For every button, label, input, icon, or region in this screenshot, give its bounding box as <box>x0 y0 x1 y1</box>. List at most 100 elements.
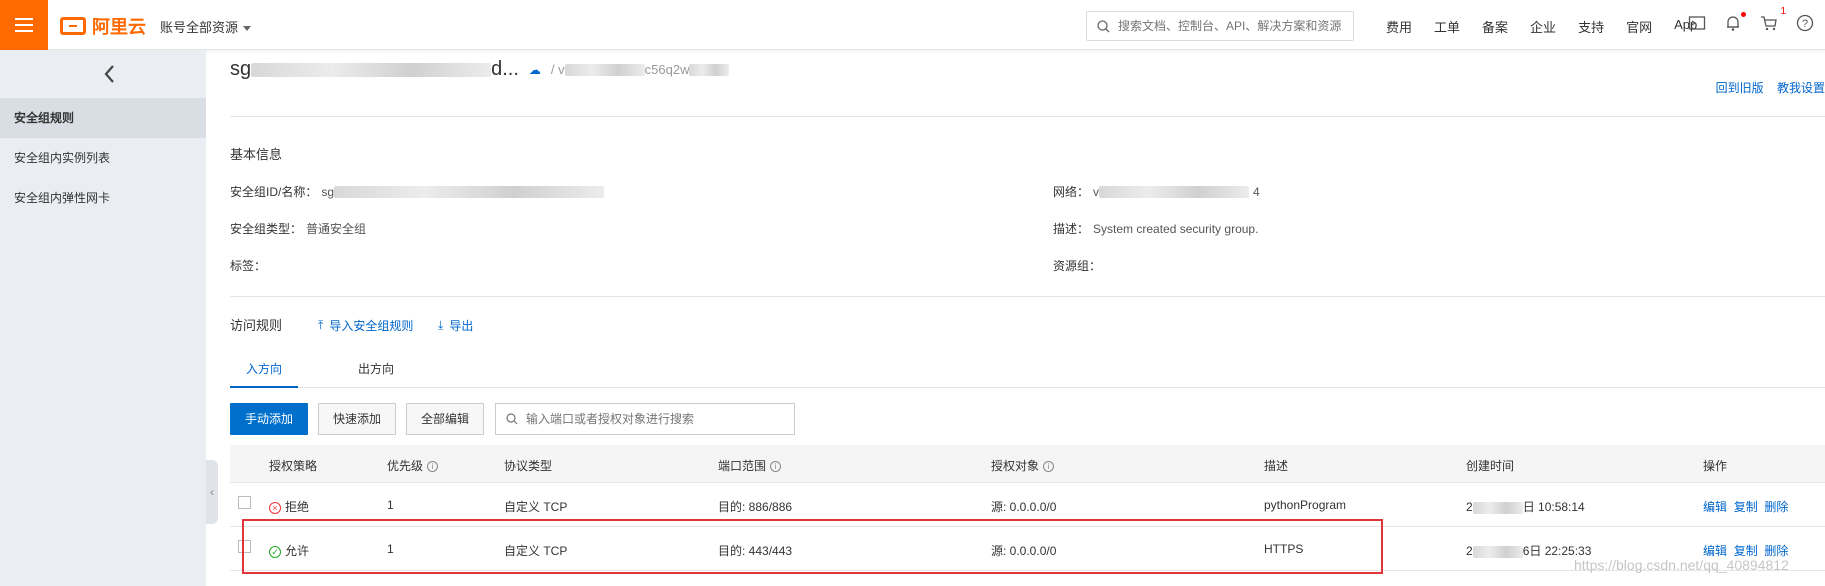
actions-cell: 编辑 复制 删除 <box>1703 498 1788 515</box>
top-link-support[interactable]: 支持 <box>1578 17 1604 36</box>
protocol-cell: 自定义 TCP <box>504 544 568 558</box>
port-cell: 目的: 886/886 <box>718 500 793 514</box>
watermark: https://blog.csdn.net/qq_40894812 <box>1574 557 1789 573</box>
info-icon[interactable]: i <box>770 461 782 473</box>
svg-text:?: ? <box>1802 18 1808 30</box>
info-label: 标签： <box>230 259 267 273</box>
info-icon[interactable]: i <box>427 461 439 473</box>
redacted-block <box>334 185 605 198</box>
direction-tabs: 入方向 出方向 <box>230 352 1825 388</box>
global-search[interactable] <box>1086 11 1354 41</box>
redacted-block <box>1099 185 1250 198</box>
copy-link[interactable]: 复制 <box>1734 544 1758 558</box>
created-cell: 2 日 10:58:14 <box>1466 498 1585 515</box>
sidebar-collapse-handle[interactable]: ‹ <box>206 460 218 524</box>
tab-outbound[interactable]: 出方向 <box>342 352 410 388</box>
rules-title: 访问规则 <box>230 318 283 333</box>
port-cell: 目的: 443/443 <box>718 544 793 558</box>
help-icon[interactable]: ? <box>1796 14 1816 34</box>
policy-text: 允许 <box>285 544 310 558</box>
info-description: 描述： System created security group. <box>1053 220 1258 237</box>
info-label: 网络： <box>1053 185 1090 199</box>
priority-cell: 1 <box>387 498 394 512</box>
cart-count-badge: 1 <box>1780 6 1786 17</box>
created-start: 2 <box>1466 500 1473 514</box>
tab-inbound[interactable]: 入方向 <box>230 352 299 388</box>
cart-icon[interactable]: 1 <box>1760 6 1786 34</box>
sidebar-item-label: 安全组规则 <box>14 111 75 125</box>
col-port-range: 端口范围 i <box>718 457 782 474</box>
sidebar-item-enis[interactable]: 安全组内弹性网卡 <box>0 178 206 218</box>
divider <box>230 296 1825 297</box>
export-link[interactable]: ⤓ 导出 <box>438 317 473 334</box>
col-priority-label: 优先级 <box>387 459 424 473</box>
allow-check-icon: ✓ <box>269 545 281 558</box>
info-type: 安全组类型： 普通安全组 <box>230 220 366 237</box>
redacted-block <box>1472 501 1523 514</box>
policy-cell: × 拒绝 <box>269 498 309 515</box>
copy-link[interactable]: 复制 <box>1734 500 1758 514</box>
delete-link[interactable]: 删除 <box>1764 500 1788 514</box>
vpc-end: c56q2w <box>644 62 690 77</box>
row-checkbox[interactable] <box>238 540 251 553</box>
col-description: 描述 <box>1264 459 1289 473</box>
divider <box>230 116 1825 117</box>
sidebar-item-label: 安全组内实例列表 <box>14 151 111 165</box>
manual-add-button[interactable]: 手动添加 <box>230 403 309 435</box>
col-auth-object: 授权对象 i <box>991 457 1055 474</box>
import-rules-link[interactable]: ⤒ 导入安全组规则 <box>318 317 413 334</box>
sidebar-item-label: 安全组内弹性网卡 <box>14 191 111 205</box>
info-label: 描述： <box>1053 222 1090 236</box>
deny-icon: × <box>269 501 281 514</box>
edit-link[interactable]: 编辑 <box>1703 544 1727 558</box>
col-priority: 优先级 i <box>387 457 439 474</box>
terminal-icon[interactable] <box>1688 14 1708 34</box>
redacted-block <box>689 63 730 76</box>
edit-link[interactable]: 编辑 <box>1703 500 1727 514</box>
aliyun-logo-icon <box>60 17 86 35</box>
row-checkbox[interactable] <box>238 496 251 509</box>
info-icon[interactable]: i <box>1043 461 1055 473</box>
edit-all-button[interactable]: 全部编辑 <box>406 403 485 435</box>
description-cell: HTTPS <box>1264 542 1304 556</box>
account-scope-selector[interactable]: 账号全部资源 <box>160 17 252 36</box>
source-cell: 源: 0.0.0.0/0 <box>991 544 1057 558</box>
title-end: d... <box>491 58 519 80</box>
top-right-links: 回到旧版 教我设置 <box>1706 79 1825 96</box>
main-content: sg d... ☁ / v c56q2w 回到旧版 教我设置 基本信息 安全组I… <box>230 50 1825 586</box>
tutorial-link[interactable]: 教我设置 <box>1777 81 1825 95</box>
table-row: × 拒绝 1 自定义 TCP 目的: 886/886 源: 0.0.0.0/0 p… <box>230 483 1825 527</box>
info-resource-group: 资源组： <box>1053 257 1101 274</box>
priority-cell: 1 <box>387 542 394 556</box>
protocol-cell: 自定义 TCP <box>504 500 568 514</box>
back-icon[interactable] <box>100 62 120 86</box>
rule-filter[interactable] <box>495 403 795 435</box>
back-to-old-link[interactable]: 回到旧版 <box>1716 81 1764 95</box>
table-header: 授权策略 优先级 i 协议类型 端口范围 i 授权对象 i 描述 创建时间 操作 <box>230 445 1825 483</box>
rule-filter-input[interactable] <box>526 412 786 426</box>
top-link-enterprise[interactable]: 企业 <box>1530 17 1556 36</box>
top-link-tickets[interactable]: 工单 <box>1434 17 1460 36</box>
info-network: 网络： v 4 <box>1053 183 1260 200</box>
sidebar-item-rules[interactable]: 安全组规则 <box>0 98 206 138</box>
sidebar-item-instances[interactable]: 安全组内实例列表 <box>0 138 206 178</box>
info-tags: 标签： <box>230 257 266 274</box>
menu-icon[interactable] <box>0 0 48 50</box>
quick-add-button[interactable]: 快速添加 <box>318 403 397 435</box>
bell-icon[interactable] <box>1724 12 1746 34</box>
col-auth-label: 授权对象 <box>991 459 1040 473</box>
top-link-fees[interactable]: 费用 <box>1386 17 1412 36</box>
page-title: sg d... ☁ / v c56q2w <box>230 58 730 81</box>
info-value: 普通安全组 <box>306 222 367 236</box>
redacted-block <box>1472 545 1523 558</box>
delete-link[interactable]: 删除 <box>1764 544 1788 558</box>
aliyun-logo[interactable]: 阿里云 <box>60 13 146 39</box>
download-icon: ⤓ <box>438 318 444 332</box>
search-input[interactable] <box>1118 19 1348 33</box>
top-link-icp[interactable]: 备案 <box>1482 17 1508 36</box>
created-start: 2 <box>1466 544 1473 558</box>
col-created: 创建时间 <box>1466 459 1515 473</box>
top-link-official[interactable]: 官网 <box>1626 17 1652 36</box>
search-icon <box>1097 19 1110 32</box>
top-links: 费用 工单 备案 企业 支持 官网 App <box>1386 17 1719 36</box>
